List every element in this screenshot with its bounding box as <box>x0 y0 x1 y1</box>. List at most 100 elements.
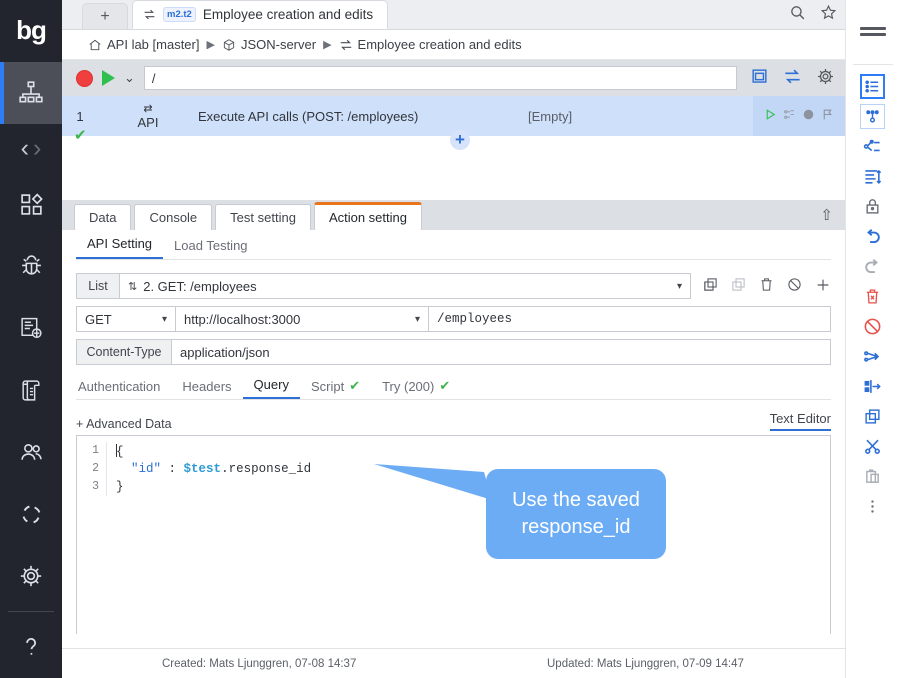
sidebar-item-settings[interactable] <box>0 545 62 607</box>
run-toolbar-icons <box>746 67 835 89</box>
tab-test-setting[interactable]: Test setting <box>215 204 311 230</box>
tab-data[interactable]: Data <box>74 204 132 230</box>
delete-icon[interactable] <box>759 277 774 295</box>
window-icon[interactable] <box>750 67 769 89</box>
callout-bubble: Use the saved response_id <box>486 469 666 559</box>
list-view-icon[interactable] <box>846 71 899 101</box>
branch-icon[interactable] <box>783 108 796 124</box>
cut-icon[interactable] <box>846 431 899 461</box>
advanced-data-toggle[interactable]: + Advanced Data <box>76 417 172 431</box>
run-path-input[interactable]: / <box>143 66 737 90</box>
copy-icon[interactable] <box>703 277 718 295</box>
host-select[interactable]: http://localhost:3000 ▾ <box>176 306 429 332</box>
menu-icon[interactable] <box>846 0 899 62</box>
more-icon[interactable] <box>846 491 899 521</box>
mindmap-icon[interactable] <box>846 101 899 131</box>
flag-icon[interactable] <box>821 108 834 124</box>
panel-tab-bar: Data Console Test setting Action setting… <box>62 200 845 230</box>
disable-icon[interactable] <box>787 277 802 295</box>
collapse-panel-icon[interactable]: ⇧ <box>820 206 833 224</box>
sidebar-item-defects[interactable] <box>0 236 62 298</box>
sidebar-item-sitemap[interactable] <box>0 61 62 124</box>
request-path-input[interactable]: /employees <box>429 306 831 332</box>
subtab-api-setting[interactable]: API Setting <box>76 236 164 259</box>
transfer-icon: ⇄ <box>143 102 153 115</box>
list-select-value: 2. GET: /employees <box>143 278 257 294</box>
undo-icon[interactable] <box>846 221 899 251</box>
lock-icon[interactable] <box>846 191 899 221</box>
menu-bar <box>859 26 886 30</box>
sidebar-item-cycles[interactable] <box>0 483 62 545</box>
sidebar-item-help[interactable] <box>0 616 62 678</box>
step-type: ⇄ API <box>98 102 198 129</box>
copy-icon[interactable] <box>846 401 899 431</box>
chevron-down-icon: ▾ <box>676 280 682 292</box>
content-type-input[interactable]: application/json <box>172 339 831 365</box>
branch-merge-icon[interactable] <box>846 131 899 161</box>
tab-script[interactable]: Script ✔ <box>300 378 371 399</box>
play-button[interactable] <box>102 70 115 86</box>
breadcrumb-item-json-server[interactable]: JSON-server <box>222 37 316 52</box>
tab-try[interactable]: Try (200) ✔ <box>371 378 461 399</box>
transfer-icon[interactable] <box>783 67 802 89</box>
callout-tail <box>374 464 492 500</box>
breadcrumb-item-api-lab[interactable]: API lab [master] <box>88 37 199 52</box>
clock-icon[interactable] <box>802 108 815 124</box>
gear-icon[interactable] <box>816 67 835 89</box>
http-method-select[interactable]: GET ▾ <box>76 306 176 332</box>
sidebar-item-bug-reports[interactable] <box>0 298 62 360</box>
disable-icon[interactable] <box>846 311 899 341</box>
scroll-icon <box>21 380 40 401</box>
bug-report-icon <box>20 317 42 339</box>
code-token: { <box>116 444 124 459</box>
tab-label: Authentication <box>78 379 161 394</box>
split-icon[interactable] <box>846 341 899 371</box>
step-number-label: 1 <box>76 108 84 124</box>
tab-employee-creation-and-edits[interactable]: m2.t2 Employee creation and edits <box>132 0 389 29</box>
tab-headers[interactable]: Headers <box>171 379 242 399</box>
search-icon[interactable] <box>789 4 806 24</box>
tab-label: Script <box>310 378 345 394</box>
add-icon[interactable] <box>815 277 831 296</box>
sidebar-item-requirements[interactable] <box>0 359 62 421</box>
indent-icon[interactable] <box>846 161 899 191</box>
add-step-button[interactable]: + <box>450 130 470 150</box>
line-number: 2 <box>77 460 107 478</box>
tab-authentication[interactable]: Authentication <box>76 379 171 399</box>
text-editor-link[interactable]: Text Editor <box>769 411 831 431</box>
right-sidebar <box>845 0 899 678</box>
tab-badge: m2.t2 <box>163 7 196 22</box>
nav-back-icon[interactable]: ‹ <box>21 136 29 161</box>
list-actions <box>691 273 831 299</box>
star-icon[interactable] <box>820 4 837 24</box>
move-icon[interactable] <box>846 371 899 401</box>
content-type-row: Content-Type application/json <box>76 339 831 365</box>
record-button[interactable] <box>76 69 93 87</box>
tab-action-setting[interactable]: Action setting <box>313 202 422 230</box>
transfer-icon <box>144 9 155 20</box>
menu-bar <box>859 32 886 36</box>
paste-icon[interactable] <box>846 461 899 491</box>
app-window: bg ‹ › + m2.t2 Employee creation and edi… <box>0 0 899 678</box>
new-tab-button[interactable]: + <box>82 3 128 29</box>
subtab-load-testing[interactable]: Load Testing <box>163 238 259 259</box>
play-icon[interactable] <box>764 108 777 124</box>
tab-console[interactable]: Console <box>134 204 213 230</box>
check-icon: ✔ <box>349 378 361 393</box>
nav-forward-icon[interactable]: › <box>33 136 41 161</box>
sidebar-item-components[interactable] <box>0 174 62 236</box>
tab-query[interactable]: Query <box>242 377 300 399</box>
footer-bar: Created: Mats Ljunggren, 07-08 14:37 Upd… <box>62 648 845 678</box>
list-select[interactable]: ⇅ 2. GET: /employees ▾ <box>120 273 691 299</box>
breadcrumb-item-employee-creation[interactable]: Employee creation and edits <box>339 37 522 52</box>
chevron-down-icon[interactable]: ⌄ <box>124 70 135 86</box>
cycle-icon <box>22 505 40 524</box>
updated-info: Updated: Mats Ljunggren, 07-09 14:47 <box>547 657 744 670</box>
step-value: [Empty] <box>528 108 573 124</box>
table-row[interactable]: 1 ✔ ⇄ API Execute API calls (POST: /empl… <box>62 96 845 143</box>
help-icon <box>26 638 36 655</box>
redo-icon[interactable] <box>846 251 899 281</box>
delete-icon[interactable] <box>846 281 899 311</box>
sidebar-item-users[interactable] <box>0 421 62 483</box>
paste-icon[interactable] <box>731 277 746 295</box>
